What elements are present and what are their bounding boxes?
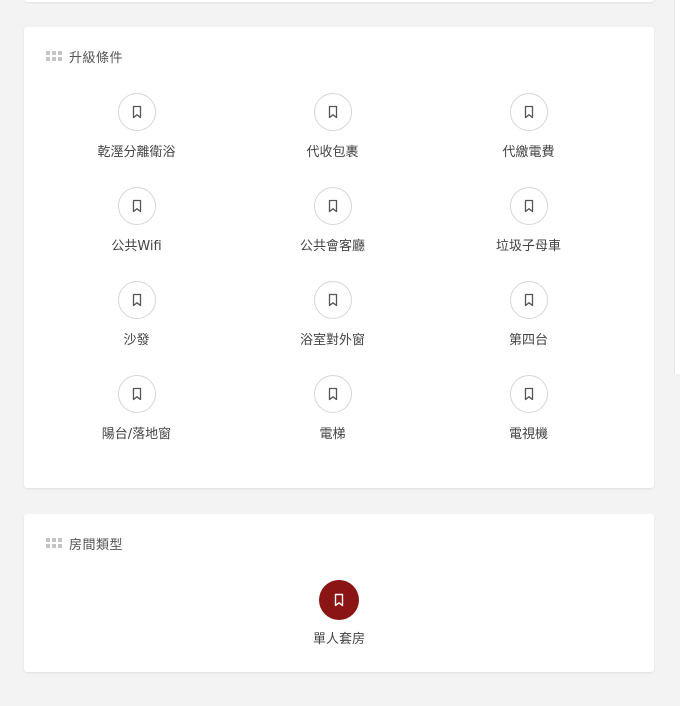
feature-label: 乾溼分離衛浴 [97, 145, 176, 160]
bookmark-icon [313, 375, 352, 413]
bookmark-icon [117, 93, 156, 131]
bookmark-icon [509, 375, 548, 413]
feature-item[interactable]: 垃圾子母車 [416, 187, 641, 281]
feature-label: 電視機 [508, 427, 548, 442]
page: 升級條件 乾溼分離衛浴 代收包裹 代繳電費 公共Wifi 公共會客廳 垃圾子母車… [0, 0, 680, 706]
card-title: 升級條件 [69, 50, 124, 66]
card-title: 房間類型 [69, 537, 124, 553]
bookmark-icon [117, 281, 156, 319]
feature-label: 代繳電費 [502, 145, 555, 160]
bookmark-icon [117, 187, 156, 225]
feature-label: 代收包裹 [306, 145, 359, 160]
feature-label: 垃圾子母車 [495, 239, 561, 254]
bookmark-icon [319, 580, 359, 620]
feature-item[interactable]: 第四台 [416, 281, 641, 375]
feature-item[interactable]: 陽台/落地窗 [24, 375, 249, 469]
bookmark-icon [509, 187, 548, 225]
feature-label: 公共Wifi [111, 239, 162, 254]
feature-label: 電梯 [319, 427, 346, 442]
bookmark-icon [313, 281, 352, 319]
feature-label: 公共會客廳 [299, 239, 365, 254]
feature-item[interactable]: 電梯 [249, 375, 416, 469]
card-header: 升級條件 [46, 47, 124, 66]
feature-label: 浴室對外窗 [299, 333, 365, 348]
room-type-item[interactable]: 單人套房 [313, 580, 365, 647]
feature-label: 第四台 [508, 333, 548, 348]
feature-item[interactable]: 代收包裹 [249, 93, 416, 187]
room-type-card: 房間類型 單人套房 [24, 514, 654, 672]
feature-item[interactable]: 公共Wifi [24, 187, 249, 281]
feature-item[interactable]: 公共會客廳 [249, 187, 416, 281]
bookmark-icon [313, 93, 352, 131]
room-type-label: 單人套房 [313, 632, 366, 647]
feature-item[interactable]: 乾溼分離衛浴 [24, 93, 249, 187]
side-panel-edge [674, 0, 680, 374]
feature-item[interactable]: 代繳電費 [416, 93, 641, 187]
bookmark-icon [313, 187, 352, 225]
bookmark-icon [117, 375, 156, 413]
previous-card [24, 0, 654, 2]
feature-label: 陽台/落地窗 [101, 427, 172, 442]
feature-grid: 乾溼分離衛浴 代收包裹 代繳電費 公共Wifi 公共會客廳 垃圾子母車 沙發 浴… [24, 93, 654, 469]
card-header: 房間類型 [46, 534, 124, 553]
grid-icon [46, 51, 62, 61]
bookmark-icon [509, 281, 548, 319]
feature-item[interactable]: 浴室對外窗 [249, 281, 416, 375]
feature-item[interactable]: 電視機 [416, 375, 641, 469]
feature-label: 沙發 [123, 333, 150, 348]
feature-item[interactable]: 沙發 [24, 281, 249, 375]
upgrade-conditions-card: 升級條件 乾溼分離衛浴 代收包裹 代繳電費 公共Wifi 公共會客廳 垃圾子母車… [24, 27, 654, 488]
bookmark-icon [509, 93, 548, 131]
grid-icon [46, 538, 62, 548]
